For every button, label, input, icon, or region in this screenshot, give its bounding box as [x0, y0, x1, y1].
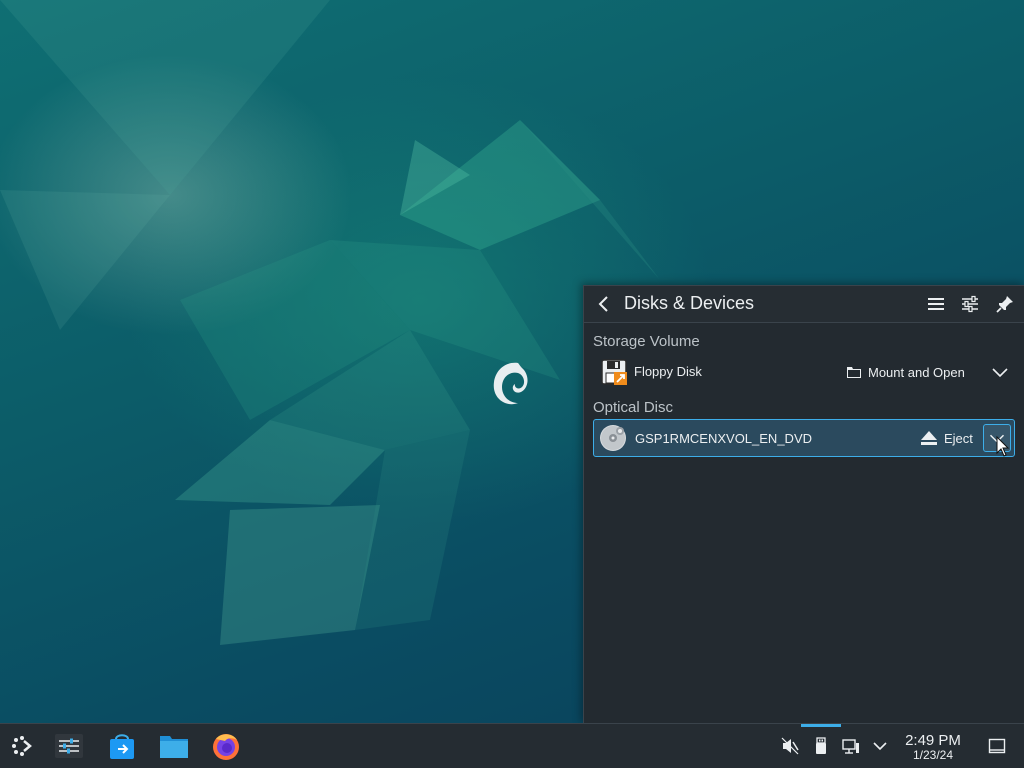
- eject-button[interactable]: Eject: [920, 425, 973, 451]
- device-row-floppy[interactable]: Floppy Disk Mount and Open: [593, 353, 1015, 391]
- device-name-floppy: Floppy Disk: [634, 364, 702, 379]
- tray-expand-icon[interactable]: [871, 737, 889, 755]
- application-launcher-icon[interactable]: [6, 730, 38, 762]
- clock-date: 1/23/24: [912, 748, 954, 762]
- configure-sliders-icon[interactable]: [960, 294, 980, 314]
- section-title-storage-volume: Storage Volume: [593, 333, 700, 350]
- popup-title: Disks & Devices: [624, 293, 755, 313]
- hamburger-menu-icon[interactable]: [926, 294, 946, 314]
- debian-swirl-logo: [493, 362, 528, 405]
- active-tray-indicator: [801, 724, 841, 727]
- section-title-optical-disc: Optical Disc: [593, 399, 674, 416]
- network-icon[interactable]: [842, 737, 860, 755]
- digital-clock[interactable]: 2:49 PM 1/23/24: [898, 724, 968, 768]
- show-desktop-icon[interactable]: [988, 737, 1006, 755]
- expand-floppy-button[interactable]: [986, 358, 1014, 386]
- eject-icon: [921, 431, 937, 445]
- expand-dvd-button[interactable]: [983, 424, 1011, 452]
- floppy-disk-icon: [601, 359, 627, 385]
- mount-and-open-button[interactable]: Mount and Open: [846, 359, 965, 385]
- discover-store-icon[interactable]: [106, 730, 138, 762]
- pin-icon[interactable]: [995, 294, 1015, 314]
- eject-label: Eject: [944, 430, 973, 446]
- back-arrow-icon[interactable]: [594, 294, 614, 314]
- mount-and-open-label: Mount and Open: [868, 364, 965, 380]
- chevron-down-icon: [992, 368, 1008, 378]
- taskbar: 2:49 PM 1/23/24: [0, 723, 1024, 768]
- device-row-dvd[interactable]: GSP1RMCENXVOL_EN_DVD Eject: [593, 419, 1015, 457]
- firefox-icon[interactable]: [210, 730, 242, 762]
- device-name-dvd: GSP1RMCENXVOL_EN_DVD: [635, 431, 812, 446]
- folder-icon: [847, 367, 861, 378]
- disks-devices-popup: Disks & Devices Storage Volume Floppy Di…: [583, 285, 1024, 724]
- chevron-down-icon: [989, 434, 1005, 443]
- file-manager-icon[interactable]: [158, 730, 190, 762]
- volume-muted-icon[interactable]: [781, 737, 799, 755]
- removable-device-icon[interactable]: [812, 737, 830, 755]
- popup-header: Disks & Devices: [584, 286, 1024, 323]
- system-settings-icon[interactable]: [53, 730, 85, 762]
- optical-disc-icon: [600, 425, 626, 451]
- clock-time: 2:49 PM: [905, 732, 961, 749]
